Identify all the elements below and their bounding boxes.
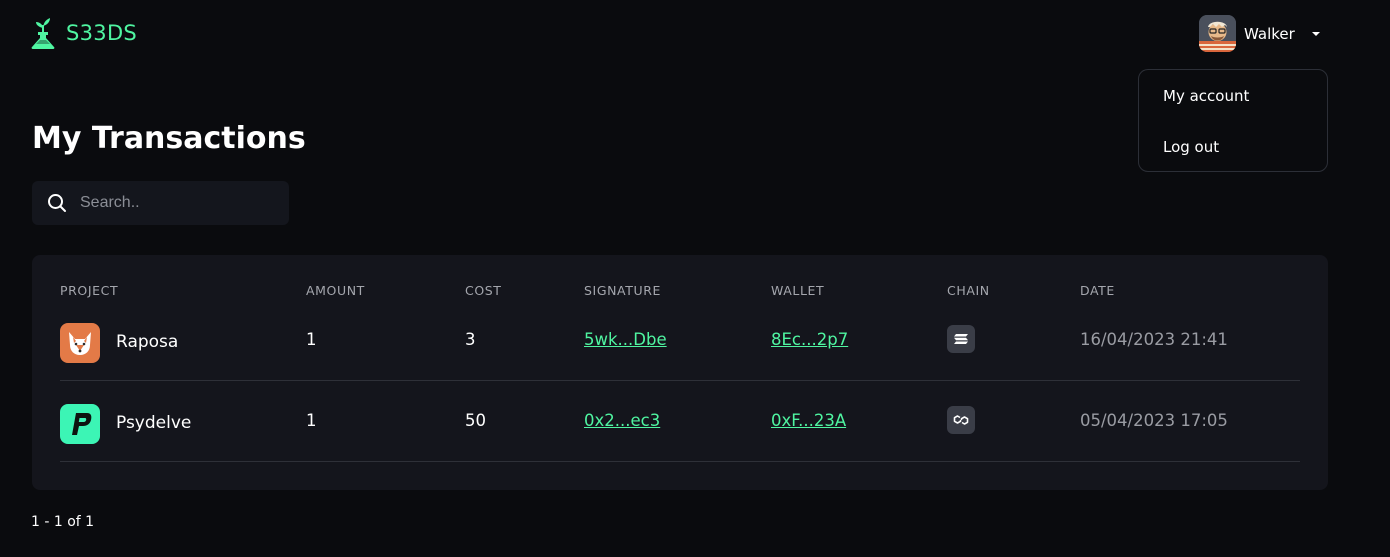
table-row: Psydelve 1 50 0x2...ec3 0xF...23A 05/04/… — [60, 381, 1300, 462]
signature-link[interactable]: 0x2...ec3 — [584, 411, 660, 430]
amount-value: 1 — [306, 330, 317, 349]
search-box — [32, 181, 289, 225]
user-menu-toggle[interactable]: Walker — [1199, 15, 1321, 52]
cost-value: 50 — [465, 411, 486, 430]
menu-item-log-out[interactable]: Log out — [1163, 138, 1219, 156]
page: S33DS Walker My account Log out My Trans… — [0, 0, 1390, 557]
chain-badge — [947, 406, 975, 434]
user-name: Walker — [1244, 24, 1295, 43]
date-value: 05/04/2023 17:05 — [1080, 411, 1228, 430]
wallet-link[interactable]: 8Ec...2p7 — [771, 330, 848, 349]
pagination-info: 1 - 1 of 1 — [31, 514, 95, 530]
polygon-icon — [953, 415, 969, 425]
amount-value: 1 — [306, 411, 317, 430]
search-icon — [48, 194, 66, 212]
column-header-signature[interactable]: SIGNATURE — [584, 283, 661, 298]
cost-value: 3 — [465, 330, 476, 349]
wallet-link[interactable]: 0xF...23A — [771, 411, 846, 430]
column-header-cost[interactable]: COST — [465, 283, 502, 298]
row-divider — [60, 461, 1300, 462]
user-dropdown-menu: My account Log out — [1138, 69, 1328, 172]
raposa-fox-logo — [60, 323, 100, 363]
signature-link[interactable]: 5wk...Dbe — [584, 330, 667, 349]
column-header-date[interactable]: DATE — [1080, 283, 1115, 298]
page-title: My Transactions — [32, 121, 306, 156]
brand-name: S33DS — [66, 21, 138, 45]
flask-sprout-icon — [31, 18, 55, 49]
project-name: Raposa — [116, 332, 179, 352]
chain-badge — [947, 325, 975, 353]
psydelve-logo — [60, 404, 100, 444]
column-header-amount[interactable]: AMOUNT — [306, 283, 365, 298]
brand-logo[interactable]: S33DS — [30, 16, 137, 50]
menu-item-my-account[interactable]: My account — [1163, 87, 1249, 105]
search-input[interactable] — [80, 188, 270, 218]
project-name: Psydelve — [116, 413, 192, 433]
user-avatar — [1199, 15, 1236, 52]
transactions-table: PROJECT AMOUNT COST SIGNATURE WALLET CHA… — [32, 255, 1328, 490]
solana-icon — [954, 334, 968, 344]
table-row: Raposa 1 3 5wk...Dbe 8Ec...2p7 16/04/202… — [60, 300, 1300, 381]
column-header-wallet[interactable]: WALLET — [771, 283, 824, 298]
column-header-project[interactable]: PROJECT — [60, 283, 118, 298]
caret-down-icon — [1311, 31, 1320, 36]
column-header-chain[interactable]: CHAIN — [947, 283, 990, 298]
date-value: 16/04/2023 21:41 — [1080, 330, 1228, 349]
